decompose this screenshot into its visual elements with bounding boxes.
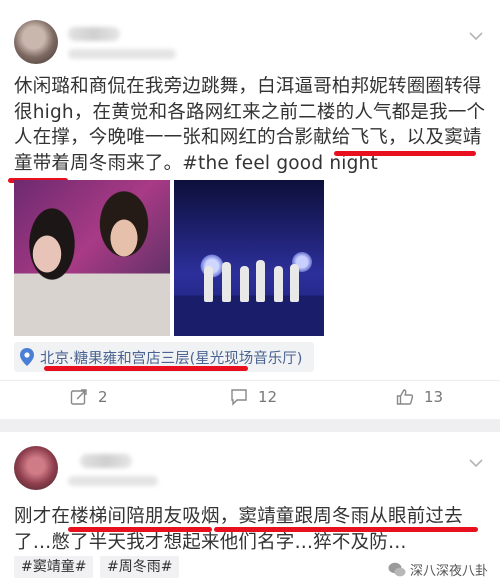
repost-icon: [70, 389, 87, 405]
avatar[interactable]: [14, 20, 58, 64]
username-blurred[interactable]: [80, 454, 132, 468]
avatar[interactable]: [14, 446, 58, 490]
like-button[interactable]: 13: [396, 388, 443, 406]
like-icon: [396, 389, 414, 405]
highlight-underline: [44, 366, 248, 371]
location-label: 北京·糖果雍和宫店三层(星光现场音乐厅): [40, 350, 303, 367]
watermark-text: 深八深夜八卦: [409, 564, 488, 579]
post-card-1: 休闲璐和商侃在我旁边跳舞，白洱逼哥柏邦妮转圈圈转得很high，在黄觉和各路网红来…: [0, 0, 500, 419]
post-photo-stage[interactable]: [174, 180, 324, 336]
wechat-logo-icon: [388, 562, 406, 576]
repost-count: 2: [98, 388, 108, 406]
comment-count: 12: [258, 388, 278, 406]
highlight-underline: [68, 527, 212, 532]
chevron-down-icon[interactable]: [468, 28, 484, 44]
action-divider: [0, 380, 500, 381]
comment-button[interactable]: 12: [230, 388, 277, 406]
post-photo-selfie[interactable]: [14, 180, 170, 336]
username-blurred[interactable]: [68, 27, 120, 41]
repost-button[interactable]: 2: [70, 388, 108, 406]
highlight-underline: [214, 527, 478, 532]
watermark: 深八深夜八卦: [388, 560, 488, 579]
like-count: 13: [424, 388, 444, 406]
hashtag[interactable]: #周冬雨#: [100, 556, 180, 578]
chevron-down-icon[interactable]: [468, 455, 484, 471]
post-meta-blurred: [68, 49, 176, 59]
hashtag[interactable]: #窦靖童#: [14, 556, 94, 578]
post-text: 休闲璐和商侃在我旁边跳舞，白洱逼哥柏邦妮转圈圈转得很high，在黄觉和各路网红来…: [14, 76, 486, 174]
post-meta-blurred: [68, 476, 158, 486]
comment-icon: [231, 389, 247, 406]
location-pin-icon: [20, 348, 34, 366]
highlight-underline: [334, 151, 476, 156]
